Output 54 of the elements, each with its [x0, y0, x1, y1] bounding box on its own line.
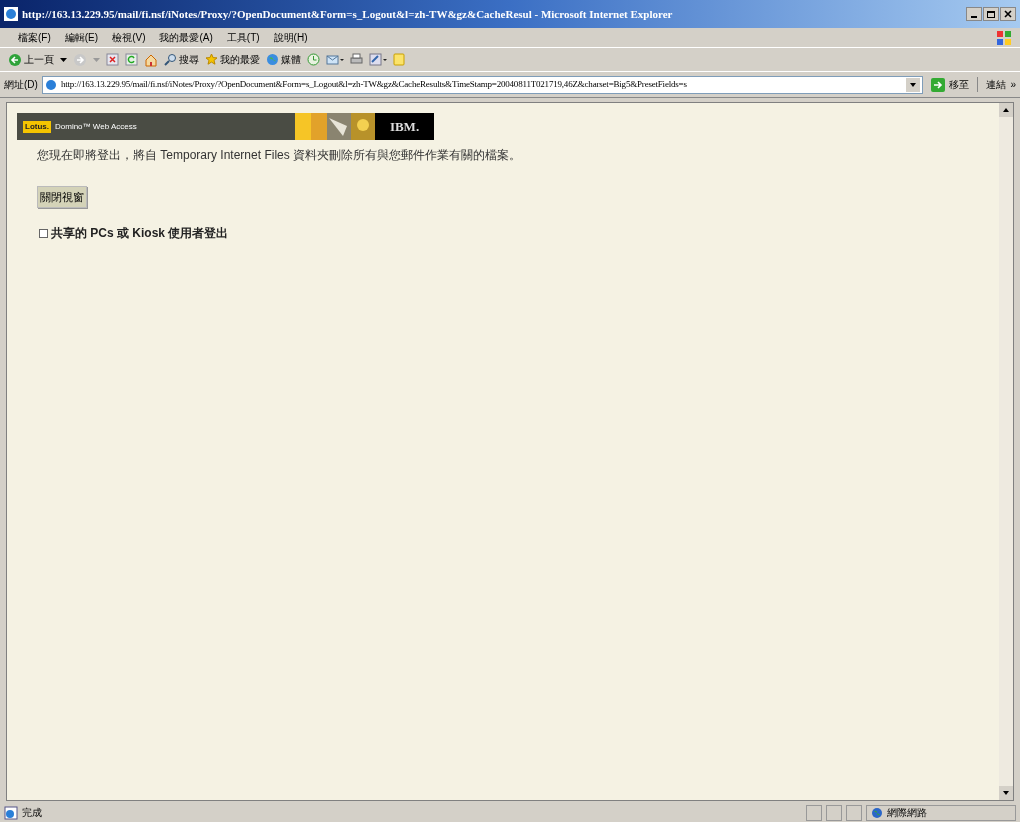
window-title: http://163.13.229.95/mail/fi.nsf/iNotes/Proxy/?OpenDocument&Form=s_Logout&l=zh-TW&gz&CacheResul - Microsoft Internet Explorer	[22, 6, 674, 22]
history-icon[interactable]	[307, 53, 320, 66]
address-field[interactable]: http://163.13.229.95/mail/fi.nsf/iNotes/Proxy/?OpenDocument&Form=s_Logout&l=zh-TW&gz&CacheResults&TimeStamp=20040811T021719,46Z&charset=Big5&PresetFields=s	[41, 75, 924, 94]
menu-item[interactable]: 我的最愛(A)	[153, 30, 219, 45]
menu-item[interactable]: 編輯(E)	[58, 30, 105, 45]
printer-icon[interactable]	[350, 53, 363, 66]
lotus-badge: Lotus.	[23, 120, 51, 133]
edit-icon[interactable]	[369, 53, 387, 66]
close-icon	[1004, 10, 1012, 18]
globe-icon	[871, 806, 883, 819]
toolbar-label[interactable]: 上一頁	[24, 52, 54, 67]
star-icon[interactable]	[205, 53, 218, 66]
product-name: Domino™ Web Access	[55, 120, 137, 133]
menu-item[interactable]: 說明(H)	[267, 30, 314, 45]
status-pane	[846, 804, 862, 821]
back-arrow-icon[interactable]	[8, 52, 22, 67]
ibm-logo: IBM.	[389, 117, 420, 136]
go-button[interactable]: 移至	[927, 77, 974, 92]
page-icon	[44, 78, 57, 91]
minimize-button[interactable]	[966, 7, 982, 21]
search-icon[interactable]	[164, 53, 177, 66]
dropdown-arrow-icon[interactable]	[60, 57, 67, 62]
menu-item[interactable]: 檔案(F)	[12, 30, 57, 45]
menu-item[interactable]: 檢視(V)	[106, 30, 152, 45]
links-label[interactable]: 連結	[977, 77, 1007, 92]
mail-icon[interactable]	[326, 53, 344, 66]
status-pane	[826, 804, 842, 821]
browser-icon	[4, 7, 18, 21]
refresh-icon[interactable]	[125, 53, 138, 66]
scrollbar[interactable]	[999, 103, 1013, 800]
address-label: 網址(D)	[4, 78, 38, 92]
scroll-up-icon[interactable]	[999, 103, 1013, 117]
stop-icon[interactable]	[106, 53, 119, 66]
address-text: http://163.13.229.95/mail/fi.nsf/iNotes/Proxy/?OpenDocument&Form=s_Logout&l=zh-TW&gz&CacheResults&TimeStamp=20040811T021719,46Z&charset=Big5&PresetFields=s	[60, 77, 688, 91]
toolbar-label[interactable]: 搜尋	[179, 52, 199, 67]
menu-item[interactable]: 工具(T)	[220, 30, 266, 45]
status-pane	[806, 804, 822, 821]
arrow-right-icon	[931, 77, 946, 92]
home-icon[interactable]	[144, 52, 158, 67]
status-text: 完成	[22, 806, 43, 820]
scroll-down-icon[interactable]	[999, 786, 1013, 800]
close-button[interactable]	[1000, 7, 1016, 21]
toolbar-label[interactable]: 媒體	[281, 52, 301, 67]
toolbar-label[interactable]: 我的最愛	[220, 52, 260, 67]
close-window-button[interactable]: 關閉視窗	[37, 186, 87, 209]
maximize-button[interactable]	[983, 7, 999, 21]
more-chevron[interactable]: »	[1010, 77, 1016, 92]
zone-text: 網際網路	[887, 806, 927, 820]
checkbox-label[interactable]: 共享的 PCs 或 Kiosk 使用者登出	[51, 224, 229, 243]
windows-logo-icon	[996, 29, 1012, 46]
globe-icon[interactable]	[266, 53, 279, 66]
checkbox[interactable]	[39, 228, 48, 238]
page-icon	[4, 805, 18, 820]
logout-message: 您現在即將登出，將自 Temporary Internet Files 資料夾刪除所有與您郵件作業有關的檔案。	[37, 147, 523, 164]
